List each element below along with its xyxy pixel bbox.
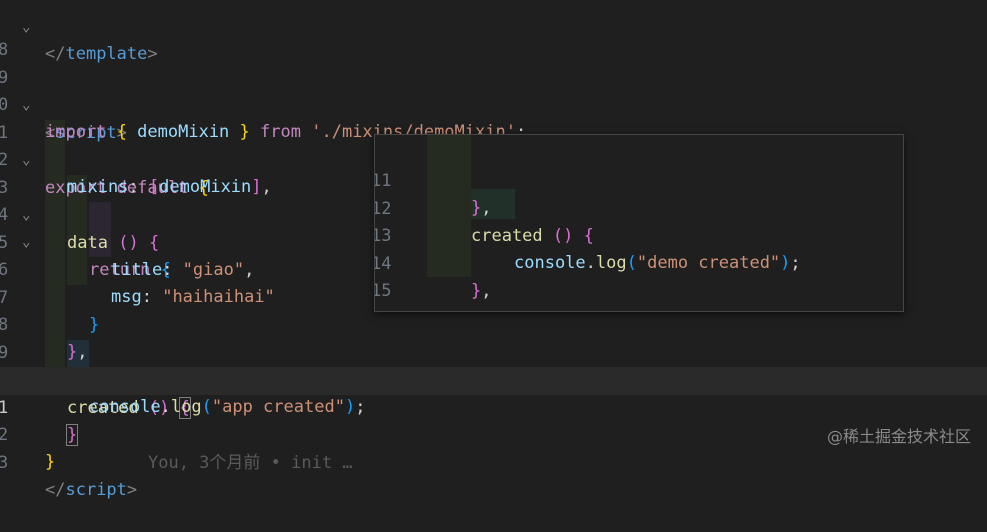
peek-line[interactable]: 11 }, xyxy=(375,140,903,219)
code-line[interactable]: 8 xyxy=(0,9,987,60)
code-line[interactable]: 1 ⌄ export default { xyxy=(0,92,987,198)
peek-line[interactable]: 14 }, xyxy=(375,223,903,302)
git-blame-annotation: You, 3个月前 • init … xyxy=(148,452,353,473)
peek-line[interactable]: 13 console.log("demo created"); xyxy=(375,195,903,274)
script-close-tag: script xyxy=(65,480,127,500)
code-line[interactable]: 9 ⌄ <script> xyxy=(0,37,987,143)
current-code-line[interactable]: 1 } You, 3个月前 • init … xyxy=(0,367,987,473)
peek-line[interactable]: 15 xyxy=(375,250,903,301)
code-line[interactable]: 0 console.log("app created"); xyxy=(0,339,987,418)
peek-line[interactable]: 12 created () { xyxy=(375,168,903,247)
peek-definition-popup[interactable]: 11 }, 12 created () { 13 console.log("de… xyxy=(374,134,904,312)
watermark: @稀土掘金技术社区 xyxy=(826,427,971,446)
code-line[interactable]: 2 } xyxy=(0,394,987,473)
line-number: 3 xyxy=(0,452,9,473)
peek-line[interactable]: 16 } xyxy=(375,278,903,312)
code-line[interactable]: 9 ⌄ created () { xyxy=(0,312,987,419)
code-line[interactable]: 0 import { demoMixin } from './mixins/de… xyxy=(0,64,987,143)
line-number: 16 xyxy=(375,306,391,312)
